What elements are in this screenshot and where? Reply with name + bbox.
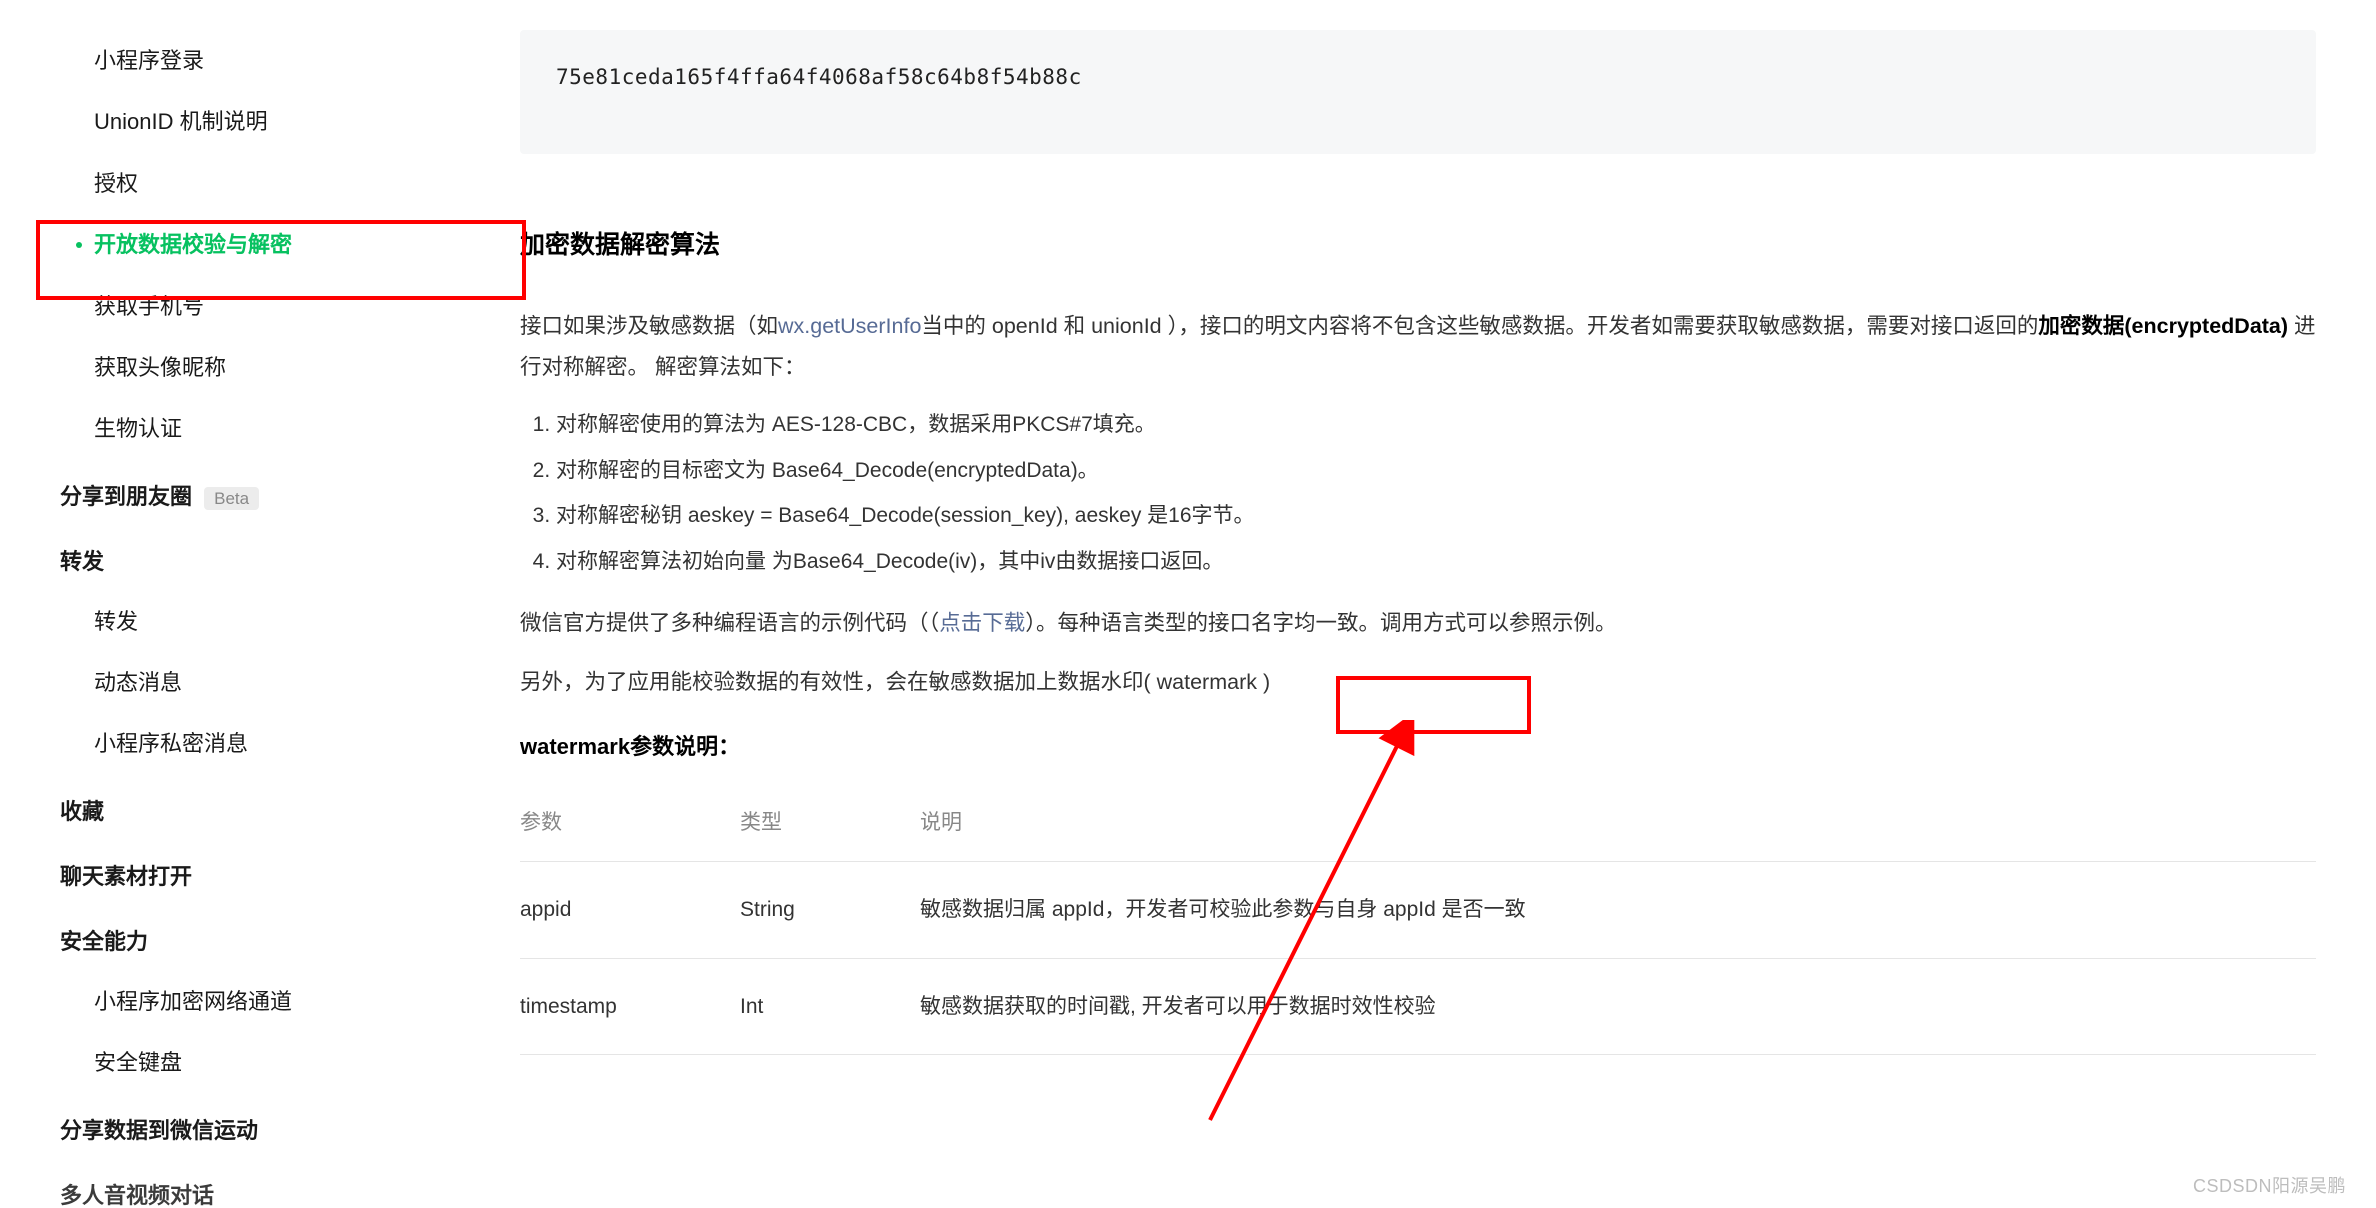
cell-desc: 敏感数据获取的时间戳, 开发者可以用于数据时效性校验 bbox=[920, 958, 2316, 1055]
nav-item-encrypted-channel[interactable]: 小程序加密网络通道 bbox=[60, 971, 500, 1032]
content-area: 75e81ceda165f4ffa64f4068af58c64b8f54b88c… bbox=[500, 0, 2376, 1208]
section-heading: 加密数据解密算法 bbox=[520, 224, 2316, 267]
cell-type: String bbox=[740, 861, 920, 958]
link-wxgetuserinfo[interactable]: wx.getUserInfo bbox=[778, 314, 921, 338]
csdn-watermark: CSDSDN阳源吴鹏 bbox=[2193, 1171, 2346, 1202]
nav-item-dynamic-msg[interactable]: 动态消息 bbox=[60, 652, 500, 713]
nav-group-forward[interactable]: 转发 bbox=[60, 525, 500, 590]
watermark-note: 另外，为了应用能校验数据的有效性，会在敏感数据加上数据水印( watermark… bbox=[520, 662, 2316, 703]
step-4: 对称解密算法初始向量 为Base64_Decode(iv)，其中iv由数据接口返… bbox=[556, 543, 2316, 581]
th-type: 类型 bbox=[740, 785, 920, 861]
intro-bold: 加密数据(encryptedData) bbox=[2038, 314, 2288, 338]
intro-mid: 当中的 openId 和 unionId ），接口的明文内容将不包含这些敏感数据… bbox=[921, 314, 2038, 338]
table-row: appid String 敏感数据归属 appId，开发者可校验此参数与自身 a… bbox=[520, 861, 2316, 958]
link-download-sample[interactable]: 点击下载 bbox=[939, 611, 1025, 635]
cell-param: timestamp bbox=[520, 958, 740, 1055]
nav-group-share-moments[interactable]: 分享到朋友圈 Beta bbox=[60, 460, 500, 525]
step-3: 对称解密秘钥 aeskey = Base64_Decode(session_ke… bbox=[556, 497, 2316, 535]
cell-param: appid bbox=[520, 861, 740, 958]
nav-item-forward[interactable]: 转发 bbox=[60, 591, 500, 652]
nav-item-secure-keyboard[interactable]: 安全键盘 bbox=[60, 1032, 500, 1093]
th-param: 参数 bbox=[520, 785, 740, 861]
step-1: 对称解密使用的算法为 AES-128-CBC，数据采用PKCS#7填充。 bbox=[556, 406, 2316, 444]
code-block-hash: 75e81ceda165f4ffa64f4068af58c64b8f54b88c bbox=[520, 30, 2316, 154]
watermark-params-title: watermark参数说明： bbox=[520, 728, 2316, 765]
sample-pre: 微信官方提供了多种编程语言的示例代码（（ bbox=[520, 611, 939, 635]
table-row: timestamp Int 敏感数据获取的时间戳, 开发者可以用于数据时效性校验 bbox=[520, 958, 2316, 1055]
nav-item-get-avatar[interactable]: 获取头像昵称 bbox=[60, 337, 500, 398]
nav-group-favorite[interactable]: 收藏 bbox=[60, 775, 500, 840]
nav-group-share-sport[interactable]: 分享数据到微信运动 bbox=[60, 1094, 500, 1159]
nav-item-open-data-decrypt[interactable]: 开放数据校验与解密 bbox=[60, 214, 500, 275]
nav-item-bio-auth[interactable]: 生物认证 bbox=[60, 398, 500, 459]
intro-pre: 接口如果涉及敏感数据（如 bbox=[520, 314, 778, 338]
sample-paragraph: 微信官方提供了多种编程语言的示例代码（（点击下载）。每种语言类型的接口名字均一致… bbox=[520, 603, 2316, 644]
algorithm-steps: 对称解密使用的算法为 AES-128-CBC，数据采用PKCS#7填充。 对称解… bbox=[556, 406, 2316, 581]
step-2: 对称解密的目标密文为 Base64_Decode(encryptedData)。 bbox=[556, 452, 2316, 490]
nav-group-chat-material[interactable]: 聊天素材打开 bbox=[60, 840, 500, 905]
th-desc: 说明 bbox=[920, 785, 2316, 861]
nav-item-unionid[interactable]: UnionID 机制说明 bbox=[60, 91, 500, 152]
nav-group-label: 分享到朋友圈 bbox=[60, 484, 192, 509]
sidebar-nav: 小程序登录 UnionID 机制说明 授权 开放数据校验与解密 获取手机号 获取… bbox=[0, 0, 500, 1208]
intro-paragraph: 接口如果涉及敏感数据（如wx.getUserInfo当中的 openId 和 u… bbox=[520, 306, 2316, 388]
cell-desc: 敏感数据归属 appId，开发者可校验此参数与自身 appId 是否一致 bbox=[920, 861, 2316, 958]
nav-item-auth[interactable]: 授权 bbox=[60, 153, 500, 214]
cell-type: Int bbox=[740, 958, 920, 1055]
nav-item-get-phone[interactable]: 获取手机号 bbox=[60, 276, 500, 337]
nav-item-private-msg[interactable]: 小程序私密消息 bbox=[60, 713, 500, 774]
watermark-params-table: 参数 类型 说明 appid String 敏感数据归属 appId，开发者可校… bbox=[520, 785, 2316, 1055]
nav-item-login[interactable]: 小程序登录 bbox=[60, 30, 500, 91]
beta-badge: Beta bbox=[204, 487, 259, 510]
sample-post: ）。每种语言类型的接口名字均一致。调用方式可以参照示例。 bbox=[1025, 611, 1616, 635]
nav-group-multicall[interactable]: 多人音视频对话 bbox=[60, 1159, 500, 1208]
nav-group-security[interactable]: 安全能力 bbox=[60, 905, 500, 970]
